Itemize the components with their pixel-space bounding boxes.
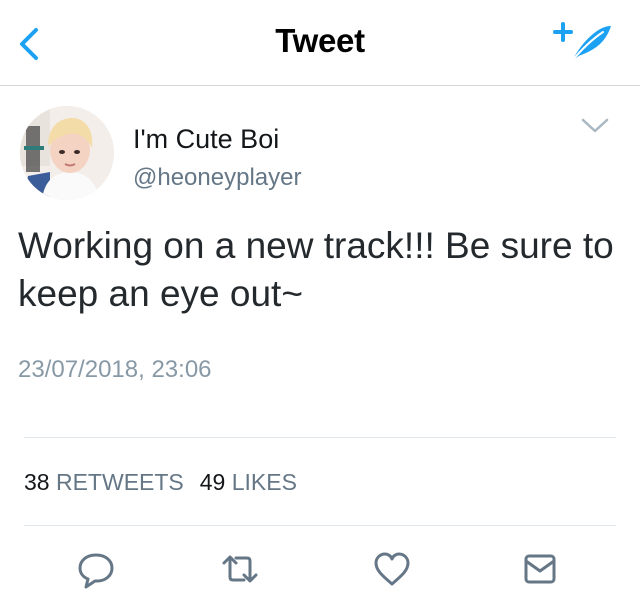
page-title: Tweet <box>275 22 365 59</box>
tweet-stats: 38 RETWEETS 49 LIKES <box>24 469 297 496</box>
compose-feather-icon <box>553 22 611 63</box>
like-button[interactable] <box>372 547 412 591</box>
reply-button[interactable] <box>76 547 116 591</box>
retweets-count: 38 <box>24 469 50 495</box>
direct-message-button[interactable] <box>520 547 560 591</box>
retweets-label: RETWEETS <box>55 469 184 495</box>
divider <box>24 437 616 438</box>
tweet-timestamp: 23/07/2018, 23:06 <box>18 356 212 383</box>
compose-button[interactable] <box>553 18 615 66</box>
envelope-icon <box>524 554 556 584</box>
profile-photo <box>20 106 114 200</box>
retweets-stat[interactable]: 38 RETWEETS <box>24 469 184 495</box>
likes-count: 49 <box>199 469 226 495</box>
retweet-button[interactable] <box>220 547 260 591</box>
likes-stat[interactable]: 49 LIKES <box>200 469 297 495</box>
top-nav-bar: Tweet <box>0 0 640 86</box>
avatar[interactable] <box>20 106 114 200</box>
reply-icon <box>78 553 114 589</box>
heart-icon <box>374 552 410 586</box>
divider <box>24 525 616 526</box>
tweet-text: Working on a new track!!! Be sure to kee… <box>18 225 614 314</box>
likes-label: LIKES <box>231 469 297 495</box>
tweet-options-button[interactable] <box>580 114 610 138</box>
author-handle[interactable]: @heoneyplayer <box>133 164 301 192</box>
chevron-down-icon <box>581 118 609 133</box>
retweet-icon <box>222 555 258 583</box>
author-display-name[interactable]: I'm Cute Boi <box>133 124 279 155</box>
